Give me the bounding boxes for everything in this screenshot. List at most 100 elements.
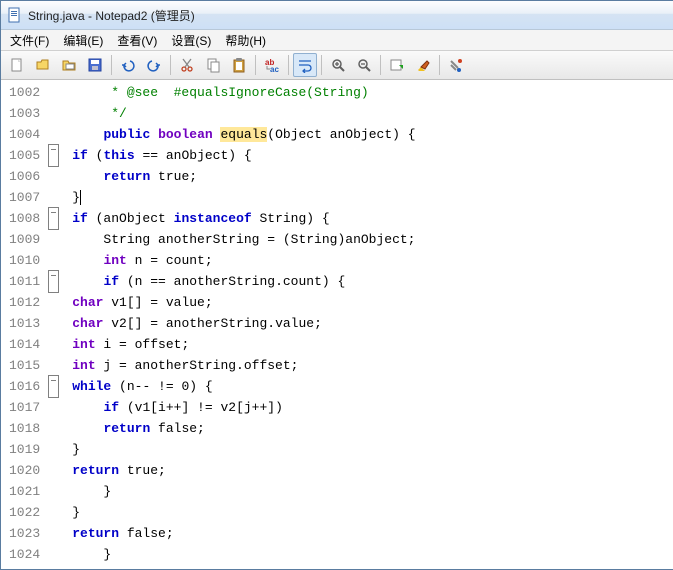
line-number: 1020 [9, 460, 40, 481]
fold-toggle-icon[interactable] [48, 375, 59, 398]
code-area[interactable]: * @see #equalsIgnoreCase(String) */ publ… [60, 80, 673, 569]
fold-cell [46, 82, 60, 103]
zoom-out-icon [356, 57, 372, 73]
code-line[interactable]: } [72, 187, 673, 208]
line-number: 1016 [9, 376, 40, 397]
fold-cell [46, 208, 60, 229]
code-line[interactable]: if (v1[i++] != v2[j++]) [72, 397, 673, 418]
zoom-out-button[interactable] [352, 53, 376, 77]
line-number: 1009 [9, 229, 40, 250]
fold-cell [46, 397, 60, 418]
settings-button[interactable] [444, 53, 468, 77]
editor: 1002100310041005100610071008100910101011… [1, 80, 673, 569]
line-number: 1017 [9, 397, 40, 418]
cut-button[interactable] [175, 53, 199, 77]
fold-toggle-icon[interactable] [48, 207, 59, 230]
code-line[interactable]: String anotherString = (String)anObject; [72, 229, 673, 250]
copy-button[interactable] [201, 53, 225, 77]
fold-toggle-icon[interactable] [48, 270, 59, 293]
code-line[interactable]: public boolean equals(Object anObject) { [72, 124, 673, 145]
copy-icon [205, 57, 221, 73]
code-line[interactable]: char v2[] = anotherString.value; [72, 313, 673, 334]
line-number: 1002 [9, 82, 40, 103]
line-number: 1008 [9, 208, 40, 229]
fold-cell [46, 145, 60, 166]
save-icon [87, 57, 103, 73]
toolbar-separator [255, 55, 256, 75]
code-line[interactable]: return false; [72, 523, 673, 544]
fold-cell [46, 502, 60, 523]
line-number: 1005 [9, 145, 40, 166]
open-button[interactable] [31, 53, 55, 77]
fold-cell [46, 103, 60, 124]
run-button[interactable] [385, 53, 409, 77]
line-number: 1013 [9, 313, 40, 334]
line-number: 1010 [9, 250, 40, 271]
code-line[interactable]: } [72, 502, 673, 523]
fold-cell [46, 481, 60, 502]
menu-查看[interactable]: 查看(V) [110, 30, 164, 51]
line-number: 1014 [9, 334, 40, 355]
line-numbers: 1002100310041005100610071008100910101011… [1, 80, 46, 569]
code-line[interactable]: } [72, 544, 673, 565]
code-line[interactable] [72, 565, 673, 569]
code-line[interactable]: while (n-- != 0) { [72, 376, 673, 397]
app-icon [7, 7, 23, 23]
fold-cell [46, 313, 60, 334]
code-line[interactable]: */ [72, 103, 673, 124]
highlight-icon [415, 57, 431, 73]
line-number: 1007 [9, 187, 40, 208]
fold-toggle-icon[interactable] [48, 144, 59, 167]
wordwrap-button[interactable] [293, 53, 317, 77]
fold-cell [46, 376, 60, 397]
menu-编辑[interactable]: 编辑(E) [56, 30, 110, 51]
undo-button[interactable] [116, 53, 140, 77]
find-replace-button[interactable]: abac [260, 53, 284, 77]
highlight-button[interactable] [411, 53, 435, 77]
fold-cell [46, 229, 60, 250]
paste-button[interactable] [227, 53, 251, 77]
fold-cell [46, 523, 60, 544]
new-button[interactable] [5, 53, 29, 77]
paste-icon [231, 57, 247, 73]
code-line[interactable]: return true; [72, 460, 673, 481]
code-line[interactable]: char v1[] = value; [72, 292, 673, 313]
undo-icon [120, 57, 136, 73]
menubar: 文件(F)编辑(E)查看(V)设置(S)帮助(H) [1, 30, 673, 51]
titlebar[interactable]: String.java - Notepad2 (管理员) [1, 1, 673, 30]
toolbar-separator [288, 55, 289, 75]
code-line[interactable]: return true; [72, 166, 673, 187]
line-number: 1025 [9, 565, 40, 569]
code-line[interactable]: if (n == anotherString.count) { [72, 271, 673, 292]
code-line[interactable]: int j = anotherString.offset; [72, 355, 673, 376]
fold-cell [46, 271, 60, 292]
cut-icon [179, 57, 195, 73]
code-line[interactable]: if (this == anObject) { [72, 145, 673, 166]
line-number: 1004 [9, 124, 40, 145]
code-line[interactable]: if (anObject instanceof String) { [72, 208, 673, 229]
code-line[interactable]: int i = offset; [72, 334, 673, 355]
open-icon [35, 57, 51, 73]
line-number: 1019 [9, 439, 40, 460]
menu-设置[interactable]: 设置(S) [164, 30, 218, 51]
fold-cell [46, 250, 60, 271]
redo-icon [146, 57, 162, 73]
line-number: 1015 [9, 355, 40, 376]
code-line[interactable]: } [72, 439, 673, 460]
zoom-in-button[interactable] [326, 53, 350, 77]
fold-cell [46, 334, 60, 355]
line-number: 1006 [9, 166, 40, 187]
code-line[interactable]: int n = count; [72, 250, 673, 271]
line-number: 1003 [9, 103, 40, 124]
menu-帮助[interactable]: 帮助(H) [218, 30, 273, 51]
redo-button[interactable] [142, 53, 166, 77]
code-line[interactable]: return false; [72, 418, 673, 439]
code-line[interactable]: } [72, 481, 673, 502]
save-button[interactable] [83, 53, 107, 77]
code-line[interactable]: * @see #equalsIgnoreCase(String) [72, 82, 673, 103]
fold-cell [46, 166, 60, 187]
run-icon [389, 57, 405, 73]
toolbar-separator [170, 55, 171, 75]
menu-文件[interactable]: 文件(F) [3, 30, 56, 51]
explore-button[interactable] [57, 53, 81, 77]
